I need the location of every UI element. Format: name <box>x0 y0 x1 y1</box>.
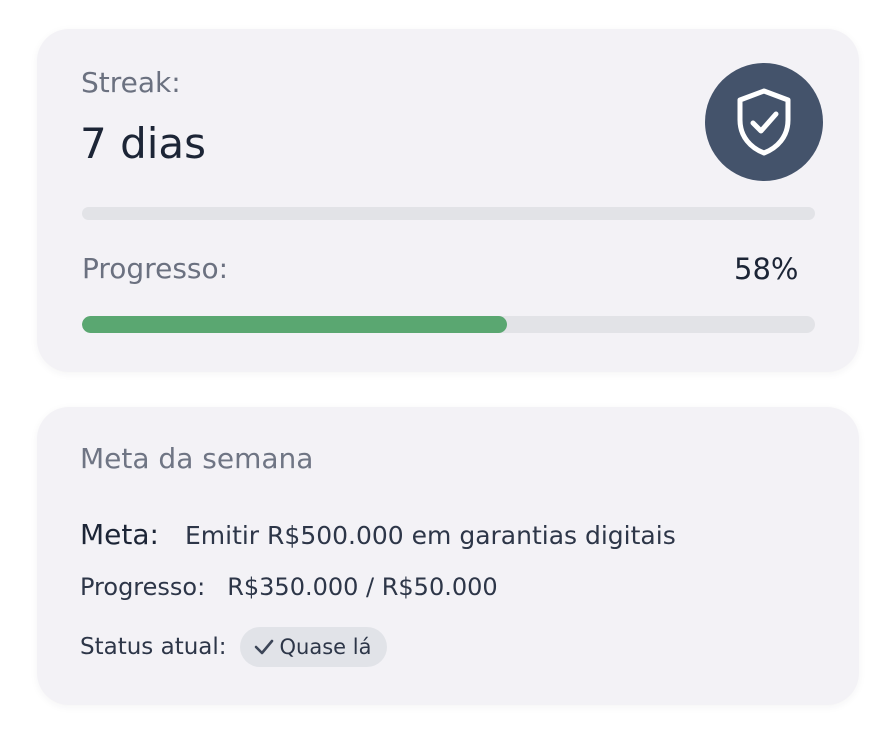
progress-bar-fill <box>82 316 508 333</box>
streak-value: 7 dias <box>80 119 207 168</box>
streak-label: Streak: <box>81 66 181 99</box>
goal-label: Meta: <box>80 518 159 551</box>
weekly-goal-title: Meta da semana <box>80 442 314 475</box>
goal-progress-row: Progresso: R$350.000 / R$50.000 <box>80 575 498 599</box>
status-badge: Quase lá <box>239 627 388 667</box>
progress-bar <box>82 316 815 333</box>
progress-label: Progresso: <box>82 252 229 285</box>
goal-value: Emitir R$500.000 em garantias digitais <box>184 521 676 550</box>
status-row: Status atual: Quase lá <box>80 627 388 667</box>
goal-row: Meta: Emitir R$500.000 em garantias digi… <box>80 521 676 549</box>
progress-percent: 58% <box>734 252 799 286</box>
checkmark-icon <box>254 639 273 655</box>
status-label: Status atual: <box>80 633 227 660</box>
shield-badge <box>705 63 823 181</box>
status-value: Quase lá <box>279 634 372 659</box>
goal-progress-label: Progresso: <box>80 573 206 601</box>
streak-bar <box>82 207 815 220</box>
weekly-goal-card: Meta da semana Meta: Emitir R$500.000 em… <box>37 407 859 705</box>
streak-card: Streak: 7 dias Progresso: 58% <box>37 29 859 372</box>
goal-progress-value: R$350.000 / R$50.000 <box>227 573 498 601</box>
shield-check-icon <box>737 88 791 156</box>
